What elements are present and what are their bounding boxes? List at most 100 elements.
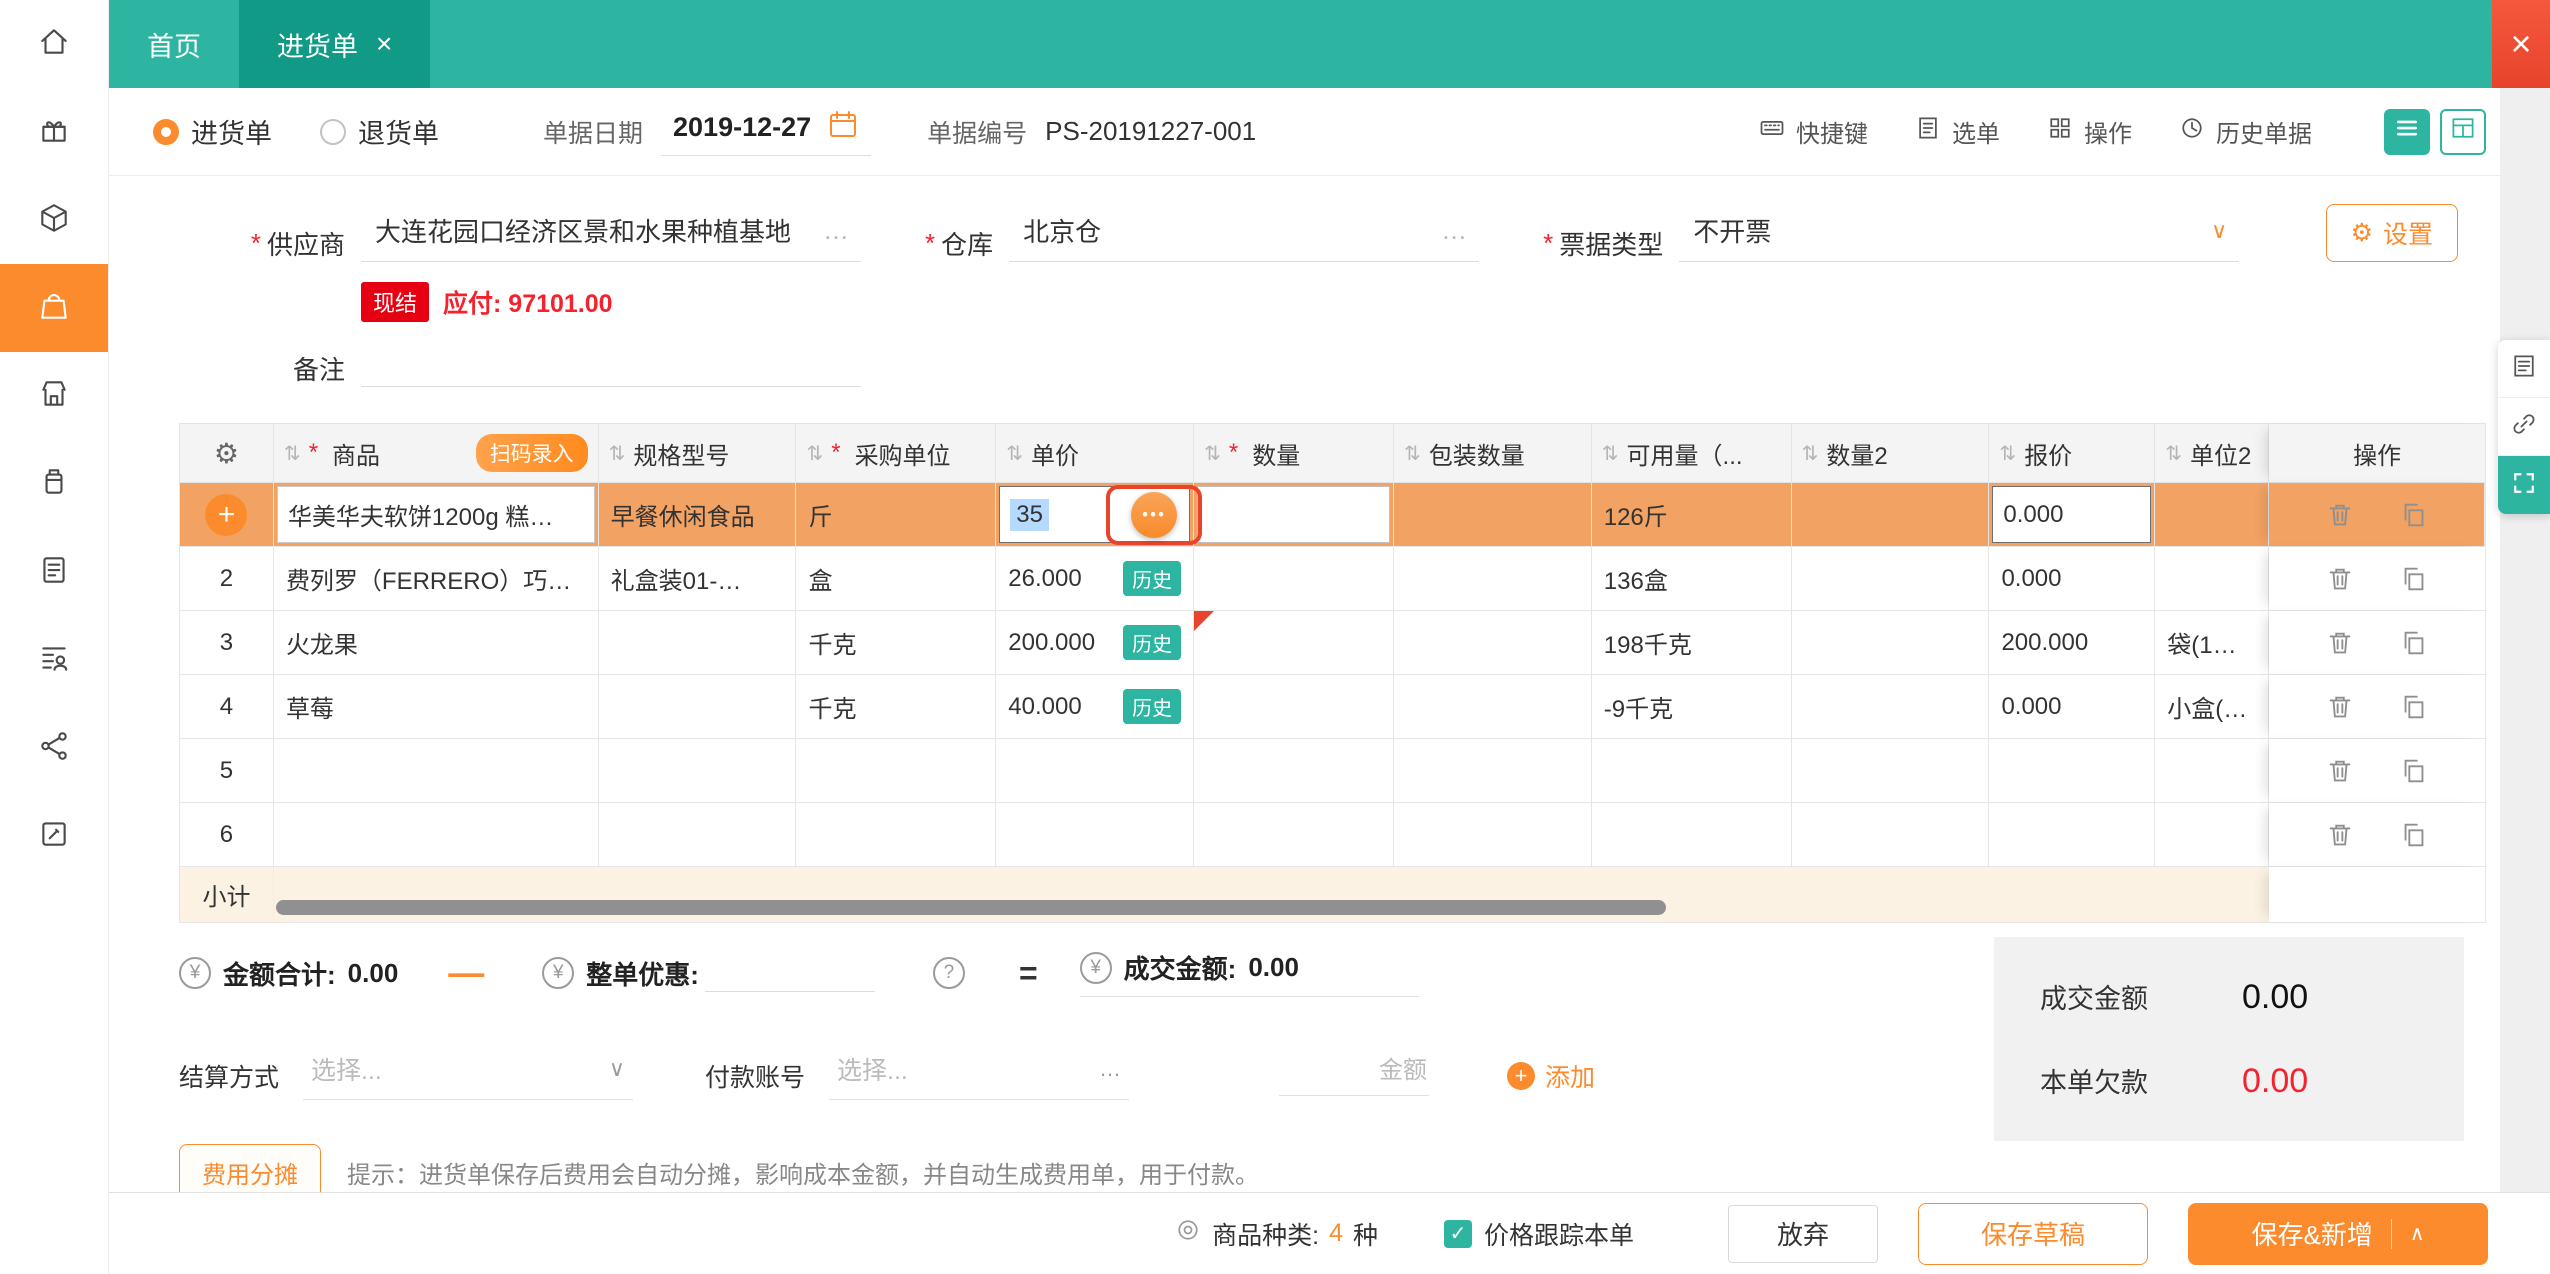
sort-icon[interactable]: ⇅: [609, 441, 626, 466]
window-close-button[interactable]: ×: [2492, 0, 2550, 88]
qty-cell[interactable]: [1194, 803, 1394, 866]
sidebar-item-documents[interactable]: [0, 528, 108, 616]
unit-cell[interactable]: 千克: [796, 611, 997, 674]
discount-input[interactable]: [704, 954, 875, 992]
price-cell[interactable]: 26.000 历史: [996, 547, 1195, 610]
qty2-cell[interactable]: [1792, 803, 1990, 866]
price-track-checkbox[interactable]: ✓ 价格跟踪本单: [1443, 1216, 1634, 1252]
tab-purchase-order[interactable]: 进货单 ×: [239, 0, 431, 88]
unit2-cell[interactable]: [2155, 483, 2270, 546]
select-order-button[interactable]: 选单: [1914, 114, 2000, 149]
warehouse-input[interactable]: 北京仓 …: [1009, 212, 1480, 262]
settings-button[interactable]: ⚙ 设置: [2325, 204, 2458, 262]
supplier-input[interactable]: 大连花园口经济区景和水果种植基地 …: [361, 212, 861, 262]
operations-button[interactable]: 操作: [2046, 114, 2132, 149]
price-cell[interactable]: 200.000 历史: [996, 611, 1195, 674]
payment-account-select[interactable]: 选择... …: [829, 1051, 1130, 1100]
sort-icon[interactable]: ⇅: [284, 441, 301, 466]
radio-purchase-order[interactable]: 进货单: [153, 112, 272, 151]
unit-cell[interactable]: [796, 739, 997, 802]
expand-tool-button[interactable]: [2498, 456, 2550, 514]
product-cell[interactable]: 草莓: [274, 675, 599, 738]
history-badge[interactable]: 历史: [1123, 561, 1182, 596]
sidebar-item-gift[interactable]: [0, 88, 108, 176]
copy-row-button[interactable]: [2399, 564, 2429, 594]
price-cell[interactable]: [996, 803, 1195, 866]
header-qty[interactable]: ⇅ * 数量: [1194, 424, 1394, 482]
delete-row-button[interactable]: [2325, 628, 2355, 658]
qty2-cell[interactable]: [1792, 611, 1990, 674]
header-quote[interactable]: ⇅ 报价: [1989, 424, 2156, 482]
pack-qty-cell[interactable]: [1394, 611, 1592, 674]
qty2-cell[interactable]: [1792, 675, 1990, 738]
horizontal-scrollbar[interactable]: [276, 900, 1666, 915]
link-tool-button[interactable]: [2498, 398, 2550, 456]
pack-qty-cell[interactable]: [1394, 483, 1592, 546]
sort-icon[interactable]: ⇅: [1404, 441, 1421, 466]
spec-cell[interactable]: [599, 611, 797, 674]
unit-cell[interactable]: 千克: [796, 675, 997, 738]
sidebar-item-purchase[interactable]: [0, 264, 108, 352]
copy-row-button[interactable]: [2399, 628, 2429, 658]
header-unit[interactable]: ⇅ * 采购单位: [796, 424, 997, 482]
spec-cell[interactable]: 早餐休闲食品: [599, 483, 797, 546]
spec-cell[interactable]: [599, 675, 797, 738]
unit-cell[interactable]: 斤: [796, 483, 997, 546]
caret-up-icon[interactable]: ∧: [2410, 1221, 2425, 1246]
spec-cell[interactable]: 礼盒装01-…: [599, 547, 797, 610]
supplier-more-icon[interactable]: …: [823, 215, 851, 246]
product-cell[interactable]: 火龙果: [274, 611, 599, 674]
spec-cell[interactable]: [599, 803, 797, 866]
qty-input[interactable]: [1197, 486, 1390, 543]
add-row-button[interactable]: +: [205, 493, 248, 536]
qty-cell[interactable]: [1194, 547, 1394, 610]
sort-icon[interactable]: ⇅: [1204, 441, 1221, 466]
unit2-cell[interactable]: 小盒(1小: [2155, 675, 2270, 738]
product-cell[interactable]: [274, 739, 599, 802]
sidebar-item-delivery[interactable]: [0, 176, 108, 264]
checkbox-checked-icon[interactable]: ✓: [1443, 1219, 1472, 1248]
quote-cell[interactable]: [1989, 739, 2156, 802]
add-payment-button[interactable]: + 添加: [1501, 1057, 1601, 1095]
date-input[interactable]: 2019-12-27: [661, 108, 872, 156]
sidebar-item-relations[interactable]: [0, 704, 108, 792]
sort-icon[interactable]: ⇅: [1802, 441, 1819, 466]
product-cell[interactable]: 华美华夫软饼1200g 糕…: [274, 483, 599, 546]
history-badge[interactable]: 历史: [1123, 689, 1182, 724]
header-available[interactable]: ⇅ 可用量（...: [1592, 424, 1792, 482]
list-view-button[interactable]: [2384, 108, 2430, 155]
qty-cell[interactable]: [1194, 483, 1394, 546]
more-options-icon[interactable]: …: [1099, 1056, 1121, 1082]
payment-amount-input[interactable]: [1279, 1055, 1430, 1096]
unit2-cell[interactable]: [2155, 739, 2270, 802]
sort-icon[interactable]: ⇅: [1999, 441, 2016, 466]
qty2-cell[interactable]: [1792, 547, 1990, 610]
more-options-button[interactable]: •••: [1131, 492, 1177, 538]
sidebar-item-stock[interactable]: [0, 440, 108, 528]
sort-icon[interactable]: ⇅: [1006, 441, 1023, 466]
settlement-method-select[interactable]: 选择... ∨: [303, 1051, 634, 1100]
calendar-icon[interactable]: [827, 108, 859, 147]
header-pack-qty[interactable]: ⇅ 包装数量: [1394, 424, 1592, 482]
history-badge[interactable]: 历史: [1123, 625, 1182, 660]
quote-cell[interactable]: 0.000: [1989, 547, 2156, 610]
question-circle-icon[interactable]: ?: [932, 957, 965, 989]
sidebar-item-notes[interactable]: [0, 792, 108, 880]
sidebar-item-home[interactable]: [0, 0, 108, 88]
sort-icon[interactable]: ⇅: [1602, 441, 1619, 466]
header-product[interactable]: ⇅ * 商品 扫码录入: [274, 424, 599, 482]
quote-input[interactable]: 0.000: [1992, 486, 2152, 543]
copy-row-button[interactable]: [2399, 500, 2429, 530]
quote-cell[interactable]: [1989, 803, 2156, 866]
delete-row-button[interactable]: [2325, 500, 2355, 530]
pack-qty-cell[interactable]: [1394, 803, 1592, 866]
spec-cell[interactable]: [599, 739, 797, 802]
header-spec[interactable]: ⇅ 规格型号: [599, 424, 797, 482]
unit-cell[interactable]: [796, 803, 997, 866]
qty2-cell[interactable]: [1792, 483, 1990, 546]
pack-qty-cell[interactable]: [1394, 739, 1592, 802]
unit2-cell[interactable]: [2155, 803, 2270, 866]
copy-row-button[interactable]: [2399, 820, 2429, 850]
price-cell[interactable]: [996, 739, 1195, 802]
shortcut-keys-button[interactable]: 快捷键: [1758, 114, 1868, 149]
